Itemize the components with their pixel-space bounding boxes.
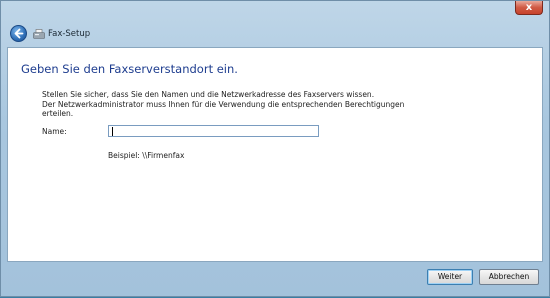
fax-icon (33, 29, 45, 39)
wizard-footer: Weiter Abbrechen (1, 262, 549, 298)
next-button[interactable]: Weiter (427, 269, 473, 285)
fax-setup-window: x Fax-Setup Geben Sie den Faxserverstand… (0, 0, 550, 297)
instructions-text: Stellen Sie sicher, dass Sie den Namen u… (42, 90, 422, 119)
wizard-content: Geben Sie den Faxserverstandort ein. Ste… (7, 47, 543, 262)
window-title: Fax-Setup (48, 29, 91, 39)
text-caret (112, 127, 113, 136)
close-button[interactable]: x (515, 1, 543, 15)
close-icon: x (525, 2, 533, 13)
instructions-line: erteilen. (42, 109, 74, 119)
back-button[interactable] (10, 25, 27, 42)
back-arrow-icon (14, 28, 24, 39)
example-text: Beispiel: \\Firmenfax (108, 151, 185, 160)
name-label: Name: (42, 127, 67, 136)
instructions-line: Der Netzwerkadministrator muss Ihnen für… (42, 99, 405, 109)
instructions-line: Stellen Sie sicher, dass Sie den Namen u… (42, 90, 375, 99)
cancel-button[interactable]: Abbrechen (479, 269, 539, 285)
page-heading: Geben Sie den Faxserverstandort ein. (21, 62, 238, 76)
name-input[interactable] (108, 125, 319, 137)
title-bar: Fax-Setup (1, 23, 549, 47)
